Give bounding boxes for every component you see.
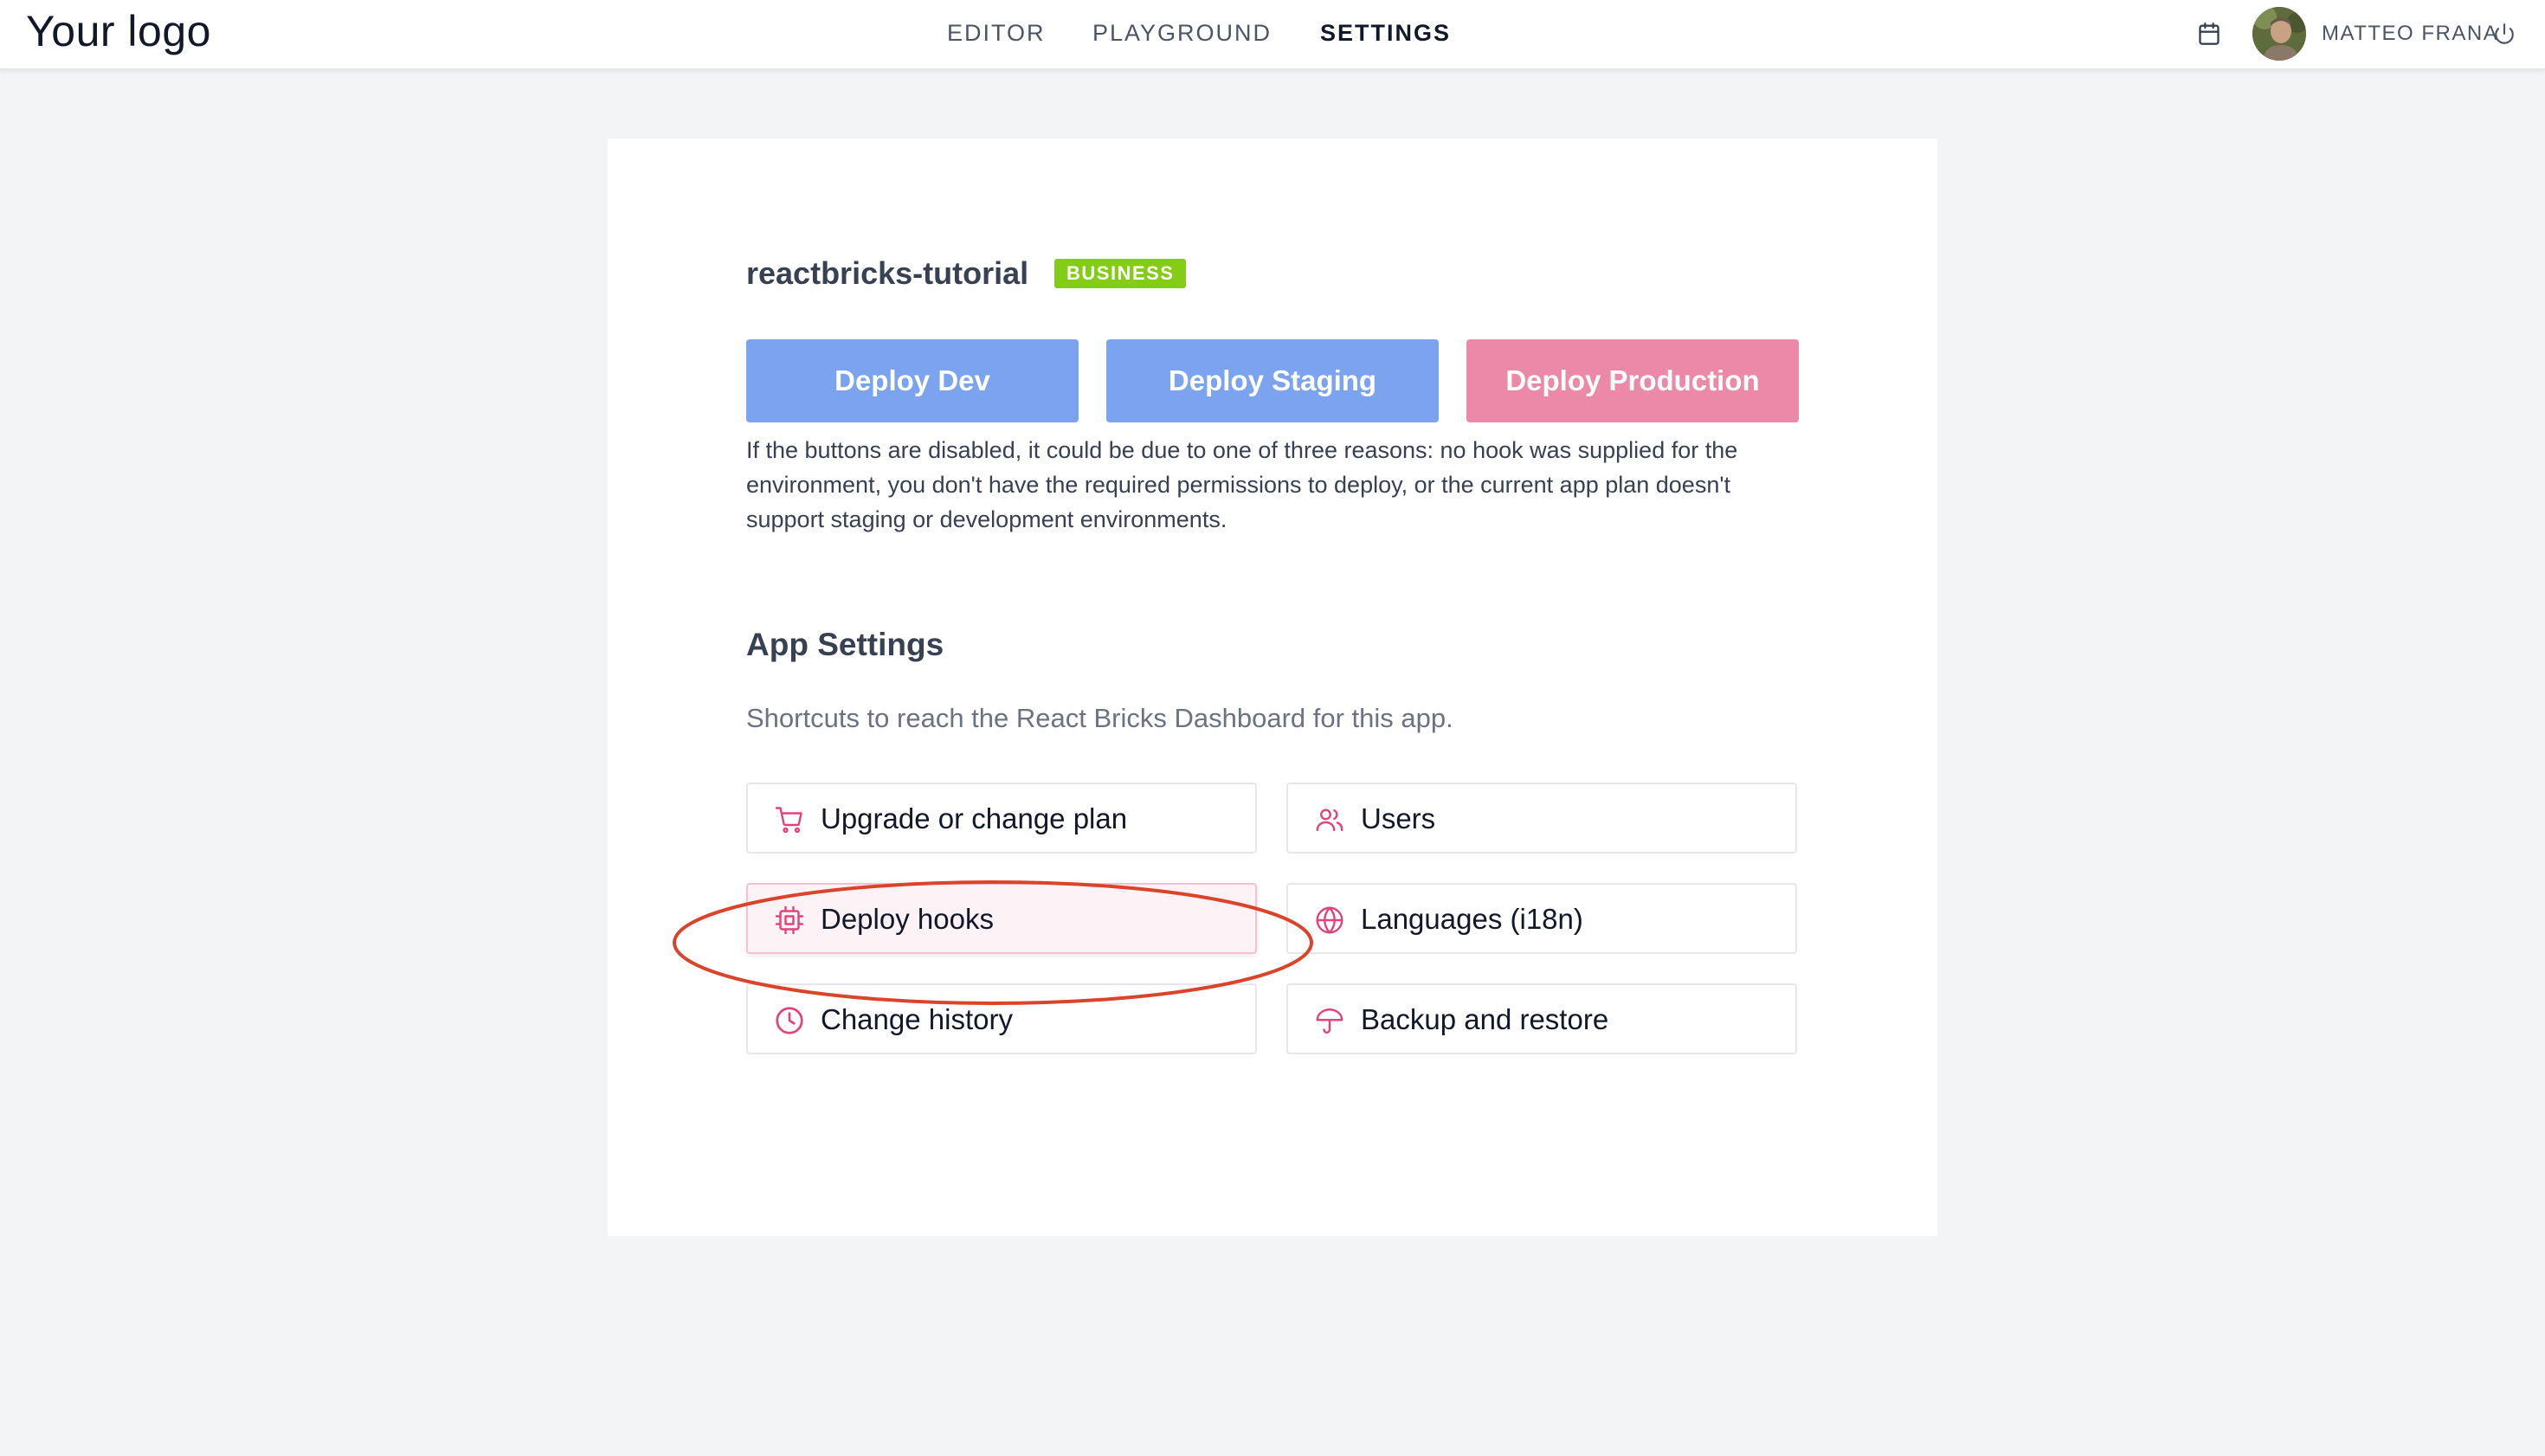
languages-label: Languages (i18n) [1361, 903, 1583, 935]
app-name: reactbricks-tutorial [746, 255, 1029, 291]
app-settings-subtitle: Shortcuts to reach the React Bricks Dash… [746, 703, 1453, 733]
power-icon[interactable] [2493, 23, 2516, 45]
upgrade-plan-label: Upgrade or change plan [821, 802, 1128, 834]
top-navbar: Your logo EDITOR PLAYGROUND SETTINGS MAT… [0, 0, 2545, 70]
avatar[interactable] [2252, 7, 2306, 61]
languages-button[interactable]: Languages (i18n) [1286, 883, 1797, 954]
users-button[interactable]: Users [1286, 783, 1797, 854]
deploy-production-button[interactable]: Deploy Production [1466, 339, 1799, 422]
main-nav: EDITOR PLAYGROUND SETTINGS [0, 0, 2545, 68]
app-settings-title: App Settings [746, 627, 944, 662]
deploy-hooks-label: Deploy hooks [821, 903, 994, 935]
settings-card: reactbricks-tutorial BUSINESS Deploy Dev… [608, 139, 1937, 1236]
user-name[interactable]: MATTEO FRANA [2322, 19, 2498, 48]
nav-playground[interactable]: PLAYGROUND [1092, 17, 1272, 48]
nav-editor[interactable]: EDITOR [947, 17, 1046, 48]
chip-icon [775, 905, 804, 935]
umbrella-icon [1316, 1008, 1343, 1034]
cart-icon [775, 807, 802, 834]
backup-restore-button[interactable]: Backup and restore [1286, 983, 1797, 1054]
nav-settings[interactable]: SETTINGS [1320, 17, 1451, 48]
deploy-dev-button[interactable]: Deploy Dev [746, 339, 1079, 422]
calendar-icon[interactable] [2197, 21, 2221, 47]
change-history-label: Change history [821, 1003, 1013, 1035]
change-history-button[interactable]: Change history [746, 983, 1257, 1054]
clock-icon [776, 1007, 803, 1034]
globe-icon [1316, 906, 1343, 934]
backup-restore-label: Backup and restore [1361, 1003, 1609, 1035]
plan-badge: BUSINESS [1054, 259, 1187, 288]
deploy-help-text: If the buttons are disabled, it could be… [746, 437, 1738, 532]
users-label: Users [1361, 802, 1436, 834]
deploy-staging-button[interactable]: Deploy Staging [1106, 339, 1439, 422]
users-icon [1316, 809, 1343, 832]
upgrade-plan-button[interactable]: Upgrade or change plan [746, 783, 1257, 854]
deploy-hooks-button[interactable]: Deploy hooks [746, 883, 1257, 954]
